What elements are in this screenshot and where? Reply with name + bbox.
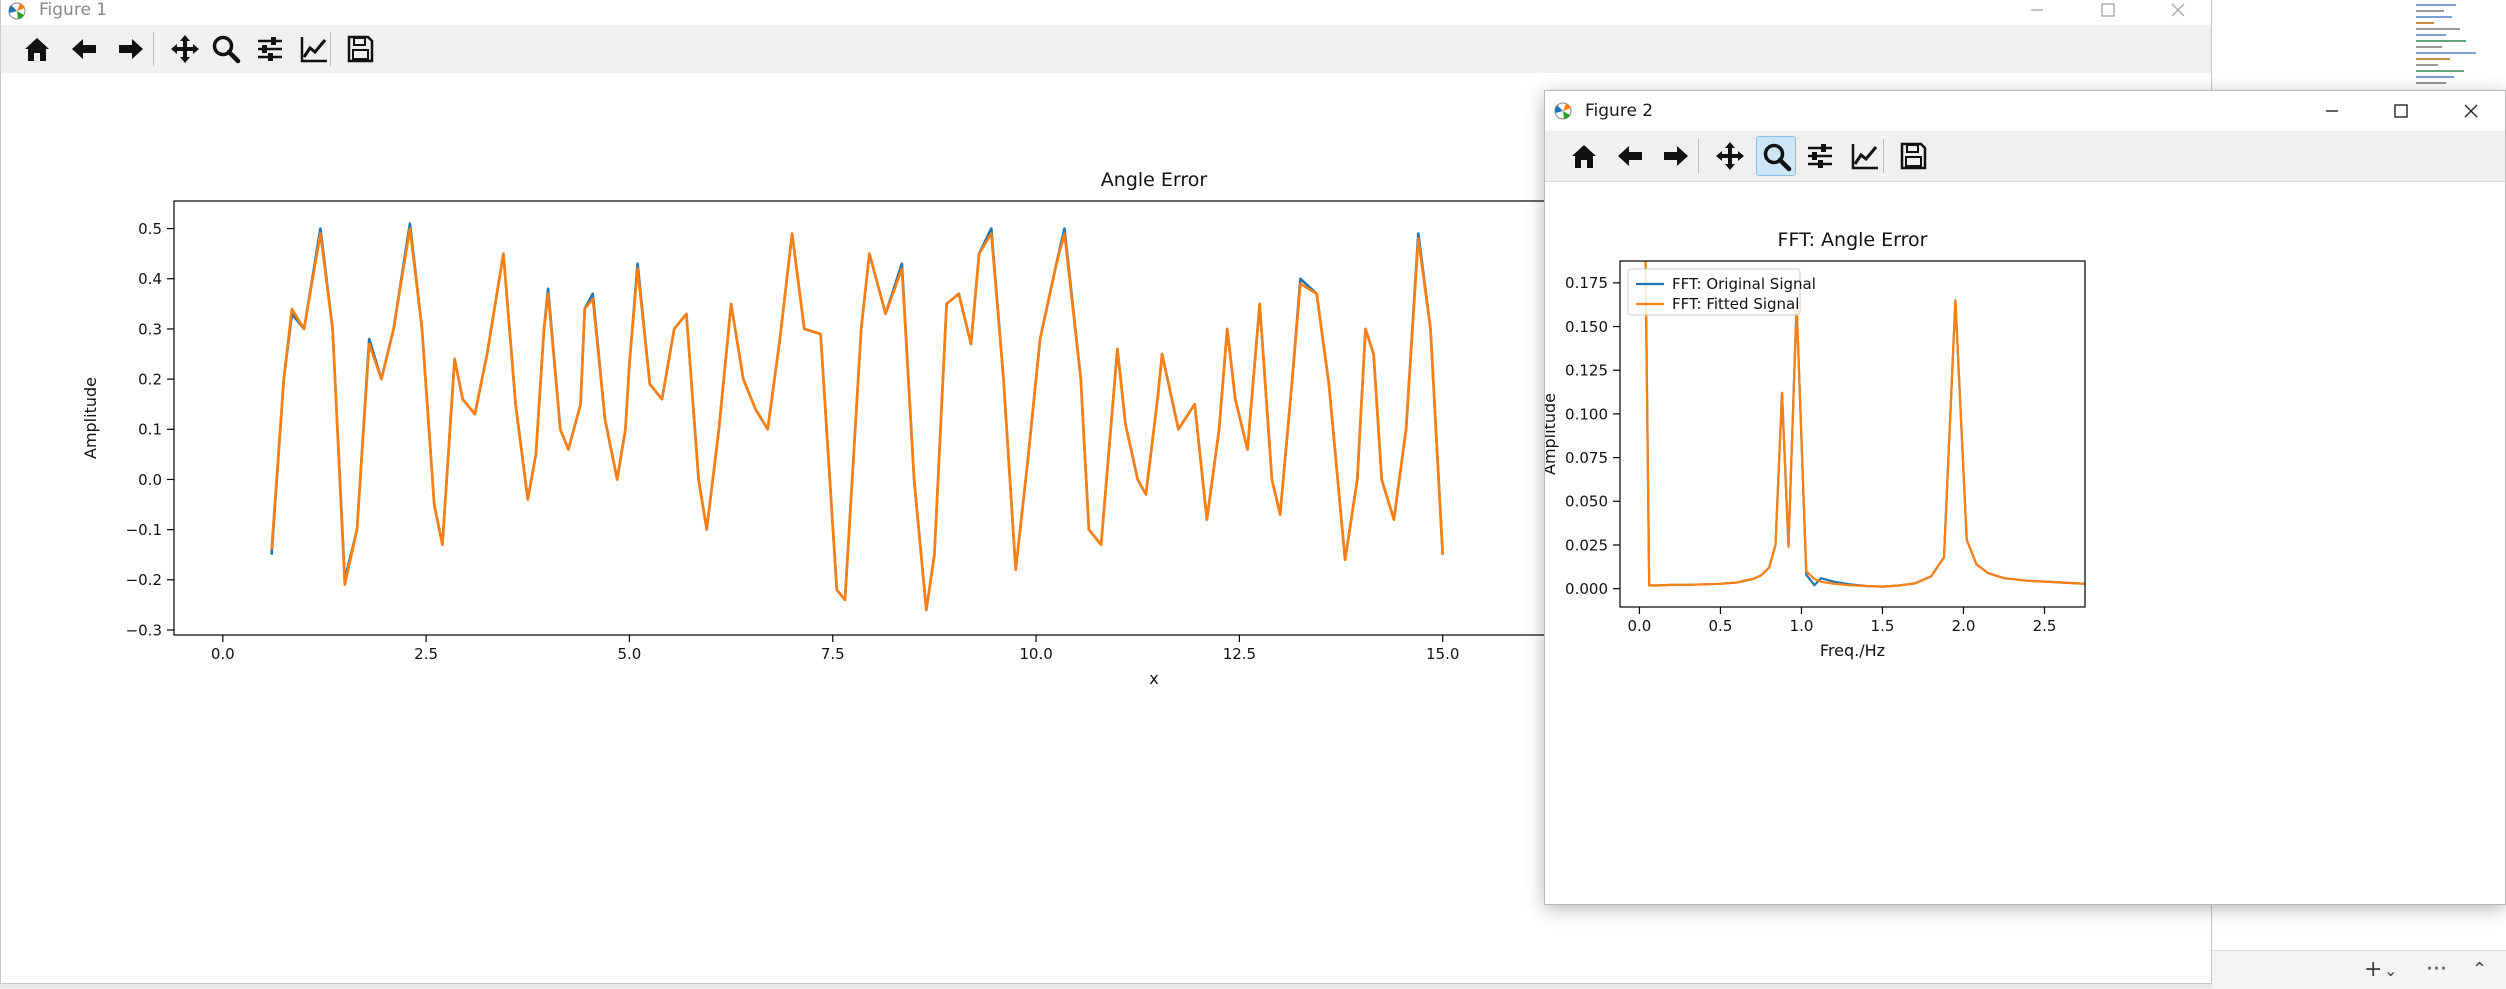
- legend-label: FFT: Original Signal: [1672, 275, 1816, 293]
- save-button[interactable]: [340, 29, 380, 69]
- x-tick-label: 1.5: [1871, 617, 1895, 635]
- y-tick-label: 0.2: [138, 371, 162, 389]
- legend-label: FFT: Fitted Signal: [1672, 295, 1799, 313]
- forward-icon: [1664, 146, 1688, 166]
- figure2-canvas: FFT: Angle Error 0.0 0.5 1.0 1.5 2.0 2.5 0.000 0…: [1540, 182, 2505, 904]
- zoom-button[interactable]: [1756, 136, 1796, 176]
- x-tick-label: 2.5: [2033, 617, 2057, 635]
- minimize-icon[interactable]: [2321, 100, 2343, 122]
- zoom-icon: [1763, 143, 1792, 172]
- forward-button[interactable]: [111, 29, 151, 69]
- home-icon: [25, 38, 49, 61]
- y-tick-label: 0.075: [1565, 449, 1608, 467]
- x-tick-label: 7.5: [821, 645, 845, 663]
- x-tick-label: 1.0: [1790, 617, 1814, 635]
- matplotlib-logo-icon: [1554, 102, 1572, 120]
- home-button[interactable]: [1564, 136, 1604, 176]
- x-tick-label: 2.5: [414, 645, 438, 663]
- configure-button[interactable]: [1800, 136, 1840, 176]
- toolbar-separator: [1698, 139, 1699, 173]
- window-title: Figure 2: [1585, 101, 1654, 121]
- x-axis-label: x: [1149, 669, 1158, 688]
- x-axis-label: Freq./Hz: [1820, 641, 1885, 660]
- pan-button[interactable]: [165, 29, 205, 69]
- x-tick-label: 5.0: [618, 645, 642, 663]
- figure2-titlebar: Figure 2: [1545, 91, 2505, 131]
- edit-axes-button[interactable]: [1845, 136, 1885, 176]
- more-button[interactable]: ···: [2426, 957, 2447, 982]
- x-tick-label: 0.5: [1709, 617, 1733, 635]
- x-tick-label: 0.0: [1628, 617, 1652, 635]
- y-tick-label: 0.150: [1565, 318, 1608, 336]
- x-tick-label: 10.0: [1019, 645, 1052, 663]
- y-axis-label: Amplitude: [81, 377, 100, 459]
- configure-icon: [258, 37, 282, 61]
- zoom-icon: [212, 35, 241, 64]
- toolbar-separator: [153, 32, 154, 66]
- y-tick-label: 0.175: [1565, 274, 1608, 292]
- y-tick-label: 0.025: [1565, 536, 1608, 554]
- back-button[interactable]: [64, 29, 104, 69]
- series-line-2: [270, 227, 1444, 612]
- matplotlib-logo-icon: [8, 2, 26, 20]
- home-icon: [1572, 145, 1596, 168]
- zoom-button[interactable]: [206, 29, 246, 69]
- collapse-icon[interactable]: ⌃: [2472, 959, 2487, 980]
- save-icon: [1900, 142, 1927, 170]
- pan-button[interactable]: [1710, 136, 1750, 176]
- back-icon: [72, 39, 96, 59]
- forward-icon: [119, 39, 143, 59]
- toolbar-separator: [1883, 139, 1884, 173]
- maximize-icon[interactable]: [2390, 100, 2412, 122]
- save-button[interactable]: [1893, 136, 1933, 176]
- configure-button[interactable]: [250, 29, 290, 69]
- y-tick-label: 0.125: [1565, 362, 1608, 380]
- figure2-window: Figure 2 FFT: Angle Error 0.0 0.5 1.0 1.5 2.0…: [1540, 90, 2506, 905]
- figure2-toolbar: [1545, 131, 2505, 182]
- x-tick-label: 2.0: [1952, 617, 1976, 635]
- figure1-titlebar: Figure 1: [1, 0, 2211, 25]
- window-title: Figure 1: [39, 0, 108, 20]
- y-tick-label: 0.0: [138, 471, 162, 489]
- x-tick-label: 12.5: [1223, 645, 1256, 663]
- pan-icon: [171, 35, 199, 63]
- edit-axes-icon: [300, 37, 327, 63]
- chart-title: Angle Error: [1101, 169, 1208, 191]
- x-tick-label: 0.0: [211, 645, 235, 663]
- edit-axes-button[interactable]: [294, 29, 334, 69]
- home-button[interactable]: [17, 29, 57, 69]
- forward-button[interactable]: [1656, 136, 1696, 176]
- y-tick-label: 0.000: [1565, 580, 1608, 598]
- y-tick-label: 0.100: [1565, 405, 1608, 423]
- code-minimap: [2410, 0, 2506, 90]
- y-tick-label: 0.3: [138, 320, 162, 338]
- legend: FFT: Original Signal FFT: Fitted Signal: [1627, 268, 1816, 316]
- x-tick-label: 15.0: [1426, 645, 1459, 663]
- close-icon[interactable]: [2167, 0, 2189, 21]
- y-tick-label: 0.1: [138, 421, 162, 439]
- fft-chart[interactable]: FFT: Angle Error 0.0 0.5 1.0 1.5 2.0 2.5 0.000 0…: [1540, 182, 2505, 904]
- chart-title: FFT: Angle Error: [1778, 229, 1928, 251]
- back-button[interactable]: [1610, 136, 1650, 176]
- back-icon: [1618, 146, 1642, 166]
- maximize-icon[interactable]: [2097, 0, 2119, 21]
- y-tick-label: 0.050: [1565, 493, 1608, 511]
- minimize-icon[interactable]: [2026, 0, 2048, 21]
- configure-icon: [1808, 144, 1832, 168]
- pan-icon: [1716, 142, 1744, 170]
- y-tick-label: 0.4: [138, 270, 162, 288]
- figure1-toolbar: [1, 25, 2211, 74]
- y-tick-label: −0.1: [126, 521, 162, 539]
- chevron-down-icon[interactable]: ⌄: [2384, 961, 2397, 980]
- y-tick-label: −0.3: [126, 621, 162, 639]
- add-button[interactable]: +: [2364, 957, 2382, 982]
- editor-bottom-bar: + ⌄ ··· ⌃: [2212, 950, 2506, 989]
- save-icon: [347, 35, 374, 63]
- edit-axes-icon: [1851, 144, 1878, 170]
- y-tick-label: 0.5: [138, 220, 162, 238]
- close-icon[interactable]: [2460, 100, 2482, 122]
- y-axis-label: Amplitude: [1545, 393, 1559, 475]
- toolbar-separator: [330, 32, 331, 66]
- y-tick-label: −0.2: [126, 571, 162, 589]
